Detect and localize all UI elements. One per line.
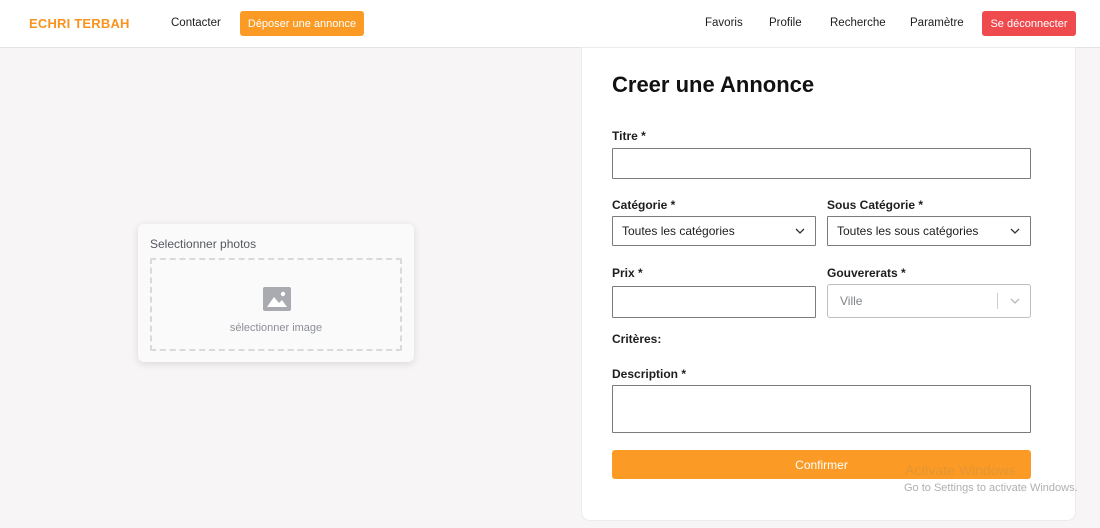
create-ad-form: Creer une Annonce Titre * Catégorie * To…: [582, 48, 1075, 520]
governorate-select[interactable]: Ville: [827, 284, 1031, 318]
subcategory-label: Sous Catégorie *: [827, 198, 924, 212]
photo-upload-label: Selectionner photos: [150, 237, 257, 251]
image-dropzone[interactable]: sélectionner image: [150, 258, 402, 351]
description-textarea[interactable]: [612, 385, 1031, 433]
activate-windows-subtitle: Go to Settings to activate Windows.: [904, 482, 1078, 494]
navbar: ECHRI TERBAH Contacter Déposer une annon…: [0, 0, 1100, 48]
description-label: Description *: [612, 367, 687, 381]
subcategory-selected: Toutes les sous catégories: [837, 224, 979, 238]
form-title: Creer une Annonce: [612, 72, 815, 97]
nav-link-settings[interactable]: Paramètre: [910, 17, 964, 29]
image-icon: [263, 287, 291, 311]
post-ad-button[interactable]: Déposer une annonce: [240, 11, 364, 36]
title-input[interactable]: [612, 148, 1031, 179]
category-select[interactable]: Toutes les catégories: [612, 216, 816, 246]
photo-upload-card: Selectionner photos sélectionner image: [138, 224, 414, 362]
activate-windows-title: Activate Windows: [905, 462, 1016, 478]
price-label: Prix *: [612, 266, 643, 280]
nav-link-profile[interactable]: Profile: [769, 17, 802, 29]
price-input[interactable]: [612, 286, 816, 318]
brand-logo[interactable]: ECHRI TERBAH: [29, 16, 130, 31]
select-separator: [997, 293, 998, 309]
title-label: Titre *: [612, 129, 646, 143]
nav-link-contact[interactable]: Contacter: [171, 17, 221, 29]
subcategory-select[interactable]: Toutes les sous catégories: [827, 216, 1031, 246]
nav-link-search[interactable]: Recherche: [830, 17, 886, 29]
chevron-down-icon: [795, 228, 805, 234]
dropzone-text: sélectionner image: [229, 322, 323, 334]
logout-button[interactable]: Se déconnecter: [982, 11, 1076, 36]
criteria-label: Critères:: [612, 332, 662, 346]
chevron-down-icon[interactable]: [1010, 297, 1020, 305]
governorate-label: Gouvererats *: [827, 266, 906, 280]
governorate-placeholder: Ville: [840, 294, 863, 308]
chevron-down-icon: [1010, 228, 1020, 234]
category-label: Catégorie *: [612, 198, 676, 212]
nav-link-favorites[interactable]: Favoris: [705, 17, 743, 29]
category-selected: Toutes les catégories: [622, 224, 735, 238]
